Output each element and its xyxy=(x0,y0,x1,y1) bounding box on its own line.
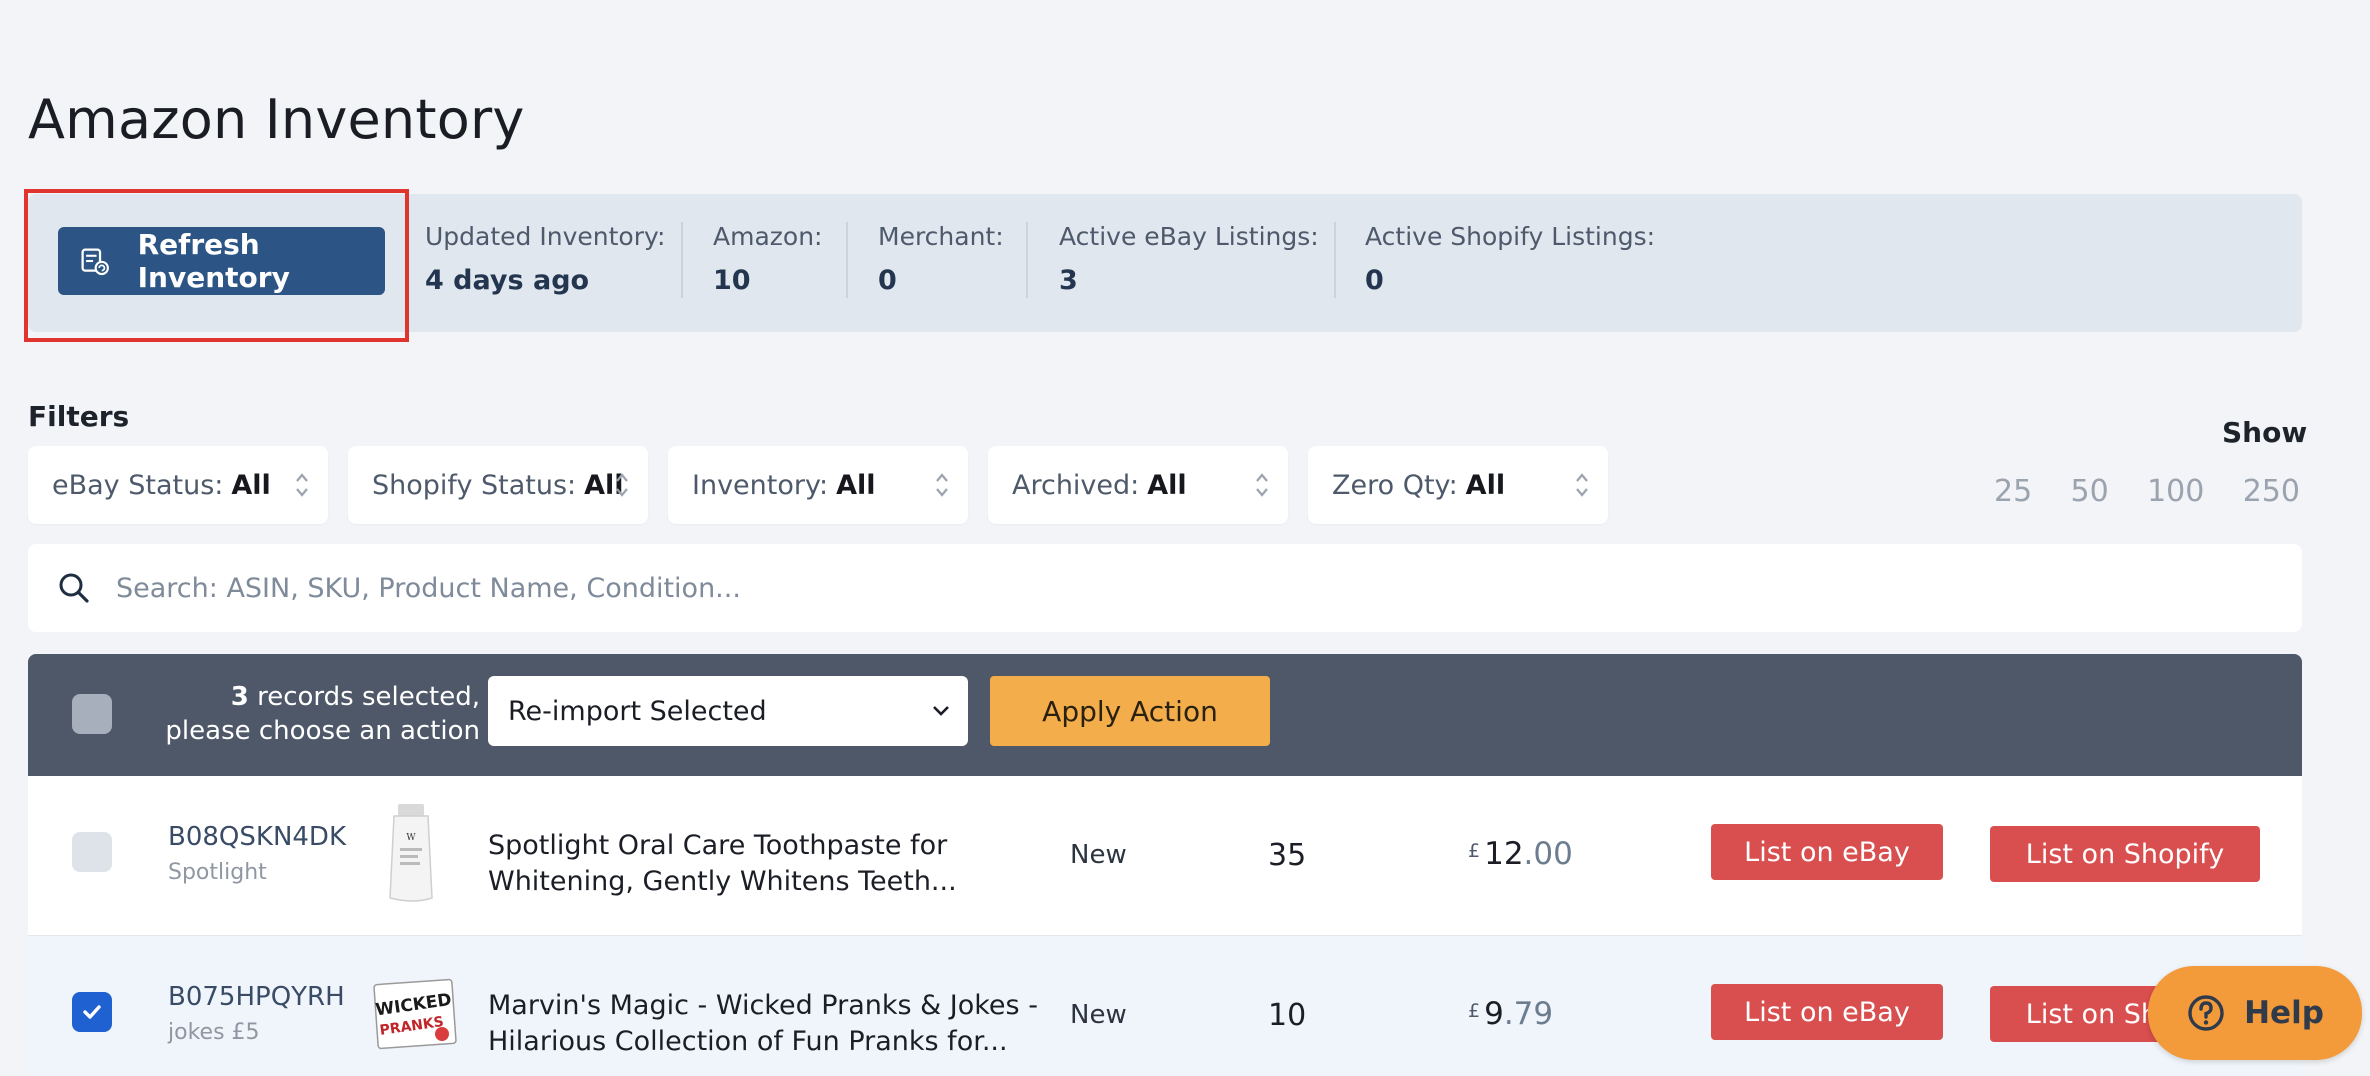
filters-heading: Filters xyxy=(28,400,130,433)
row-asin[interactable]: B075HPQYRH xyxy=(168,982,345,1012)
row-quantity: 10 xyxy=(1268,998,1307,1033)
product-name[interactable]: Marvin's Magic - Wicked Pranks & Jokes -… xyxy=(488,988,1048,1060)
product-thumbnail: WICKED PRANKS xyxy=(373,978,457,1050)
stat-label: Updated Inventory: xyxy=(425,222,666,251)
choose-action-text: please choose an action xyxy=(165,716,480,746)
stat-updated-inventory: Updated Inventory: 4 days ago xyxy=(425,222,665,296)
filter-shopify-status[interactable]: Shopify Status: All xyxy=(348,446,648,524)
stat-value: 0 xyxy=(878,265,897,296)
stat-value: 3 xyxy=(1059,265,1078,296)
row-price: £12.00 xyxy=(1468,836,1573,872)
page-size-100[interactable]: 100 xyxy=(2147,474,2204,509)
price-integer: 12 xyxy=(1484,836,1524,872)
sort-updown-icon xyxy=(616,473,628,497)
stat-divider xyxy=(1334,222,1336,298)
list-on-ebay-button[interactable]: List on eBay xyxy=(1711,984,1943,1040)
stat-active-shopify: Active Shopify Listings: 0 xyxy=(1365,222,1655,296)
filter-archived[interactable]: Archived: All xyxy=(988,446,1288,524)
row-sku: jokes £5 xyxy=(168,1020,260,1045)
list-on-shopify-button[interactable]: List on Shopify xyxy=(1990,826,2260,882)
stat-value: 4 days ago xyxy=(425,265,590,296)
stat-label: Amazon: xyxy=(713,222,823,251)
row-checkbox[interactable] xyxy=(72,992,112,1032)
filter-label: Archived: xyxy=(1012,469,1140,501)
filter-label: Zero Qty: xyxy=(1332,469,1458,501)
page-size-options: 25 50 100 250 xyxy=(1994,474,2300,509)
page-size-250[interactable]: 250 xyxy=(2243,474,2300,509)
price-currency: £ xyxy=(1468,840,1481,862)
list-on-ebay-button[interactable]: List on eBay xyxy=(1711,824,1943,880)
row-condition: New xyxy=(1070,840,1127,870)
bulk-action-value: Re-import Selected xyxy=(508,695,767,727)
stat-value: 0 xyxy=(1365,265,1384,296)
filter-label: Inventory: xyxy=(692,469,829,501)
row-condition: New xyxy=(1070,1000,1127,1030)
chevron-down-icon xyxy=(933,706,949,716)
filter-zero-qty[interactable]: Zero Qty: All xyxy=(1308,446,1608,524)
show-heading: Show xyxy=(2222,416,2308,449)
stat-divider xyxy=(681,222,683,298)
price-decimal: .00 xyxy=(1523,836,1573,872)
row-asin[interactable]: B08QSKN4DK xyxy=(168,822,346,852)
price-decimal: .79 xyxy=(1503,996,1554,1032)
filter-ebay-status[interactable]: eBay Status: All xyxy=(28,446,328,524)
sort-updown-icon xyxy=(296,473,308,497)
selected-count: 3 xyxy=(230,682,249,712)
help-icon xyxy=(2188,995,2224,1031)
search-input[interactable] xyxy=(116,572,2216,604)
row-sku: Spotlight xyxy=(168,860,267,885)
apply-action-button[interactable]: Apply Action xyxy=(990,676,1270,746)
refresh-inventory-icon xyxy=(81,248,109,276)
svg-text:W: W xyxy=(406,833,416,843)
search-icon xyxy=(59,573,89,603)
filter-value: All xyxy=(1147,469,1187,501)
filter-inventory[interactable]: Inventory: All xyxy=(668,446,968,524)
filter-label: Shopify Status: xyxy=(372,469,577,501)
help-label: Help xyxy=(2244,995,2324,1031)
refresh-inventory-label: Refresh Inventory xyxy=(137,228,290,294)
filter-value: All xyxy=(836,469,876,501)
table-row: B08QSKN4DK Spotlight W Spotlight Oral Ca… xyxy=(28,776,2302,936)
checkmark-icon xyxy=(83,1005,101,1019)
selected-text: records selected, xyxy=(248,682,480,712)
table-row: B075HPQYRH jokes £5 WICKED PRANKS Marvin… xyxy=(28,936,2302,1076)
stat-amazon: Amazon: 10 xyxy=(713,222,822,296)
product-thumbnail: W xyxy=(389,804,433,902)
stat-divider xyxy=(846,222,848,298)
search-bar xyxy=(28,544,2302,632)
page-title: Amazon Inventory xyxy=(28,88,525,151)
filter-value: All xyxy=(231,469,271,501)
sort-updown-icon xyxy=(1256,473,1268,497)
page-size-25[interactable]: 25 xyxy=(1994,474,2032,509)
row-checkbox[interactable] xyxy=(72,832,112,872)
bulk-action-select[interactable]: Re-import Selected xyxy=(488,676,968,746)
filter-value: All xyxy=(1465,469,1506,501)
stat-divider xyxy=(1026,222,1028,298)
stat-value: 10 xyxy=(713,265,751,296)
row-quantity: 35 xyxy=(1268,838,1307,873)
bulk-action-bar: 3 records selected, please choose an act… xyxy=(28,654,2302,776)
stat-active-ebay: Active eBay Listings: 3 xyxy=(1059,222,1319,296)
row-price: £9.79 xyxy=(1468,996,1553,1032)
refresh-inventory-button[interactable]: Refresh Inventory xyxy=(58,227,385,295)
price-currency: £ xyxy=(1468,1000,1481,1022)
stat-label: Active Shopify Listings: xyxy=(1365,222,1656,251)
product-name[interactable]: Spotlight Oral Care Toothpaste for White… xyxy=(488,828,1048,900)
sort-updown-icon xyxy=(936,473,948,497)
filter-label: eBay Status: xyxy=(52,469,224,501)
help-button[interactable]: Help xyxy=(2148,966,2362,1060)
select-all-checkbox[interactable] xyxy=(72,694,112,734)
stat-label: Active eBay Listings: xyxy=(1059,222,1319,251)
selection-summary: 3 records selected, please choose an act… xyxy=(165,680,480,748)
stat-label: Merchant: xyxy=(878,222,1004,251)
sort-updown-icon xyxy=(1576,473,1588,497)
stat-merchant: Merchant: 0 xyxy=(878,222,1004,296)
price-integer: 9 xyxy=(1484,996,1504,1032)
page-size-50[interactable]: 50 xyxy=(2071,474,2109,509)
